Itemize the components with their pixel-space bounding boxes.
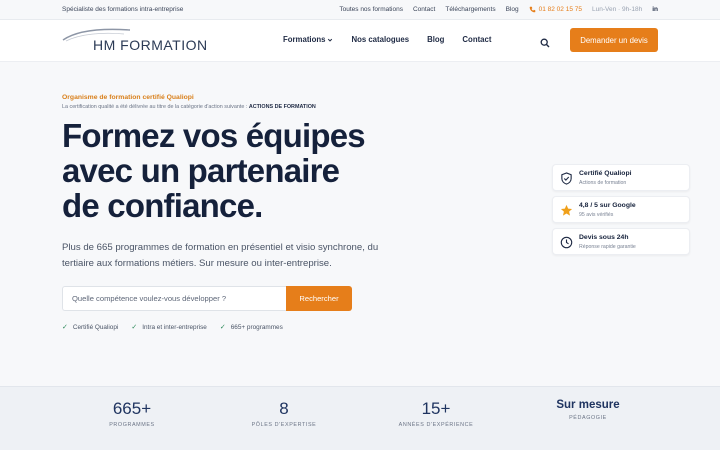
check-item-label: Intra et inter-entreprise — [142, 323, 207, 331]
topbar-phone[interactable]: 01 82 02 15 75 — [529, 6, 582, 13]
card-google-rating: 4,8 / 5 sur Google 95 avis vérifiés — [552, 196, 690, 223]
chevron-down-icon — [328, 38, 333, 42]
certification-category: ACTIONS DE FORMATION — [248, 104, 316, 110]
nav-item-formations[interactable]: Formations — [283, 35, 333, 44]
nav-item-catalogues[interactable]: Nos catalogues — [351, 35, 409, 44]
topbar-phone-number: 01 82 02 15 75 — [538, 6, 582, 13]
skill-search-form: Rechercher — [62, 286, 352, 311]
search-submit-button[interactable]: Rechercher — [286, 286, 352, 311]
check-icon: ✓ — [131, 324, 138, 331]
topbar-link-downloads[interactable]: Téléchargements — [445, 6, 495, 13]
topbar-hours: Lun-Ven · 9h-18h — [591, 6, 643, 13]
phone-icon — [529, 6, 535, 13]
topbar-links: Toutes nos formations Contact Télécharge… — [339, 6, 658, 13]
card-title: 4,8 / 5 sur Google — [579, 202, 636, 209]
card-title: Certifié Qualiopi — [579, 170, 632, 177]
star-icon — [560, 204, 573, 216]
stat-label: PROGRAMMES — [109, 422, 155, 428]
hero-headline: Formez vos équipes avec un partenaire de… — [62, 118, 442, 223]
check-icon: ✓ — [62, 324, 68, 331]
header-search-button[interactable] — [540, 35, 552, 48]
hero-kicker: Organisme de formation certifié Qualiopi — [62, 94, 194, 101]
card-title: Devis sous 24h — [579, 234, 629, 241]
topbar-tagline: Spécialiste des formations intra-entrepr… — [62, 6, 184, 13]
skill-search-input[interactable] — [62, 286, 286, 311]
topbar-link-blog[interactable]: Blog — [506, 6, 519, 13]
check-item: ✓ 665+ programmes — [219, 323, 283, 332]
stat-value: 665+ — [112, 399, 152, 418]
card-subtitle: Actions de formation — [579, 180, 627, 186]
shield-check-icon — [561, 172, 572, 185]
card-qualiopi: Certifié Qualiopi Actions de formation — [552, 164, 690, 191]
request-quote-button[interactable]: Demander un devis — [570, 28, 658, 52]
check-item-label: 665+ programmes — [230, 323, 283, 331]
check-item-label: Certifié Qualiopi — [72, 323, 119, 331]
hero-certification-note: La certification qualité a été délivrée … — [62, 104, 316, 110]
stat-value: 8 — [279, 399, 289, 418]
hero-section: Organisme de formation certifié Qualiopi… — [0, 62, 720, 386]
headline-line-2: avec un partenaire — [62, 152, 340, 189]
search-icon — [540, 38, 550, 48]
topbar-link-all-trainings[interactable]: Toutes nos formations — [339, 6, 403, 13]
clock-icon — [560, 236, 573, 249]
stat-value: Sur mesure — [556, 399, 620, 411]
nav-item-blog[interactable]: Blog — [427, 35, 444, 44]
stat-pedagogy: Sur mesure PÉDAGOGIE — [513, 399, 663, 421]
certification-note-text: La certification qualité a été délivrée … — [62, 104, 249, 110]
stat-label: ANNÉES D'EXPÉRIENCE — [398, 422, 474, 428]
card-quote-24h: Devis sous 24h Réponse rapide garantie — [552, 228, 690, 255]
hero-checklist: ✓ Certifié Qualiopi ✓ Intra et inter-entre… — [62, 323, 283, 332]
main-nav: Formations Nos catalogues Blog Contact — [283, 35, 491, 44]
linkedin-icon[interactable]: in — [652, 6, 658, 13]
card-subtitle: Réponse rapide garantie — [579, 244, 636, 250]
stat-expertise-poles: 8 PÔLES D'EXPERTISE — [209, 399, 359, 428]
top-utility-bar: Spécialiste des formations intra-entrepr… — [0, 0, 720, 20]
logo-text: HM FORMATION — [93, 37, 208, 53]
stat-years-experience: 15+ ANNÉES D'EXPÉRIENCE — [361, 399, 511, 428]
nav-item-formations-label: Formations — [283, 35, 326, 44]
headline-line-3: de confiance. — [62, 187, 263, 224]
stat-programmes: 665+ PROGRAMMES — [57, 399, 207, 428]
check-item: ✓ Intra et inter-entreprise — [131, 323, 207, 332]
stat-label: PÔLES D'EXPERTISE — [251, 422, 317, 428]
logo[interactable]: HM FORMATION — [62, 26, 212, 56]
check-icon: ✓ — [219, 324, 226, 331]
site-header: HM FORMATION Formations Nos catalogues B… — [0, 20, 720, 62]
hero-lead: Plus de 665 programmes de formation en p… — [62, 242, 379, 269]
topbar-link-contact[interactable]: Contact — [413, 6, 435, 13]
stat-label: PÉDAGOGIE — [569, 415, 607, 421]
stat-value: 15+ — [421, 399, 451, 418]
stats-strip: 665+ PROGRAMMES 8 PÔLES D'EXPERTISE 15+ … — [0, 386, 720, 450]
nav-item-contact[interactable]: Contact — [462, 35, 491, 44]
card-subtitle: 95 avis vérifiés — [579, 212, 614, 218]
check-item: ✓ Certifié Qualiopi — [62, 323, 119, 332]
headline-line-1: Formez vos équipes — [62, 117, 366, 154]
